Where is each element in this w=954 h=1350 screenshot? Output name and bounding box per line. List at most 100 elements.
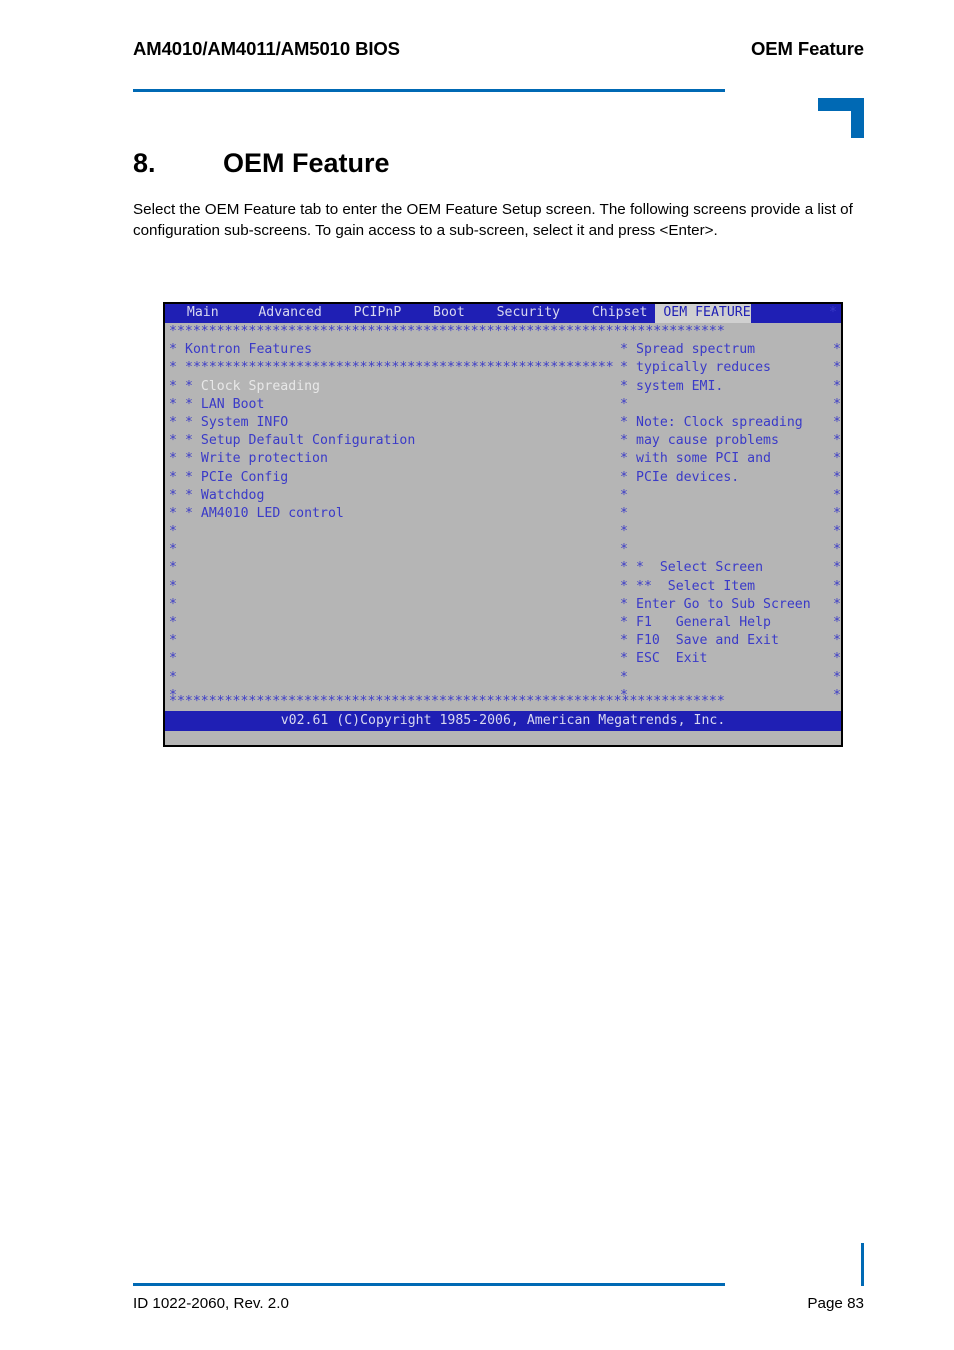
- footer-vertical-accent: [861, 1243, 864, 1286]
- bios-tab-boot[interactable]: Boot: [417, 304, 481, 322]
- bios-right-border-star: *: [833, 342, 841, 358]
- bios-menu-item-bullet: *: [185, 505, 193, 521]
- bios-divider-star: *: [620, 414, 628, 430]
- bios-right-border-star: *: [833, 687, 841, 703]
- bios-blank-cell: [185, 523, 620, 541]
- bios-blank-cell: [636, 541, 829, 559]
- bios-divider-star: *: [620, 578, 628, 594]
- bios-nav-key-f10: F10 Save and Exit: [636, 632, 829, 650]
- brand-corner-mark-icon: [818, 98, 864, 138]
- bios-blank-cell: [185, 687, 620, 705]
- bios-left-border-star: *: [169, 542, 177, 558]
- bios-menu-item-setup-default-configuration[interactable]: * Setup Default Configuration: [185, 432, 620, 450]
- bios-divider-star: *: [620, 651, 628, 667]
- bios-menu-item-label: Write protection: [200, 451, 328, 467]
- bios-row: * * ESC Exit *: [165, 650, 841, 668]
- bios-menu-item-system-info[interactable]: * System INFO: [185, 414, 620, 432]
- bios-nav-key-glyph: Enter: [636, 596, 676, 612]
- bios-left-border-star: *: [169, 669, 177, 685]
- bios-left-border-star: *: [169, 687, 177, 703]
- bios-nav-key-glyph: *: [636, 560, 644, 576]
- page-title: 8. OEM Feature: [133, 148, 390, 179]
- bios-menu-item-bullet: *: [185, 396, 193, 412]
- bios-nav-key-desc: Save and Exit: [659, 633, 779, 649]
- bios-menu-item-write-protection[interactable]: * Write protection: [185, 450, 620, 468]
- footer-document-id: ID 1022-2060, Rev. 2.0: [133, 1295, 289, 1312]
- bios-menu-item-bullet: *: [185, 414, 193, 430]
- bios-menu-item-label: Clock Spreading: [200, 378, 320, 394]
- bios-blank-cell: [185, 596, 620, 614]
- bios-left-border-star: *: [169, 651, 177, 667]
- bios-left-border-star: *: [169, 596, 177, 612]
- bios-row: * * Setup Default Configuration * may ca…: [165, 432, 841, 450]
- bios-divider-star: *: [620, 396, 628, 412]
- bios-help-line: system EMI.: [636, 378, 724, 394]
- bios-blank-cell: [636, 669, 829, 687]
- bios-right-border-star: *: [833, 414, 841, 430]
- bios-nav-key-glyph: F10: [636, 633, 660, 649]
- bios-menu-item-bullet: *: [185, 469, 193, 485]
- bios-blank-cell: [185, 541, 620, 559]
- bios-row: * * * Select Screen *: [165, 559, 841, 577]
- bios-left-border-star: *: [169, 360, 177, 376]
- bios-divider-star: *: [620, 451, 628, 467]
- bios-left-border-star: *: [169, 487, 177, 503]
- footer-rule: [133, 1283, 725, 1286]
- bios-menu-item-label: Setup Default Configuration: [200, 433, 416, 449]
- document-page: AM4010/AM4011/AM5010 BIOS OEM Feature 8.…: [0, 0, 954, 1350]
- bios-divider-star: *: [620, 615, 628, 630]
- bios-tab-oem-feature[interactable]: OEM FEATURE: [655, 304, 751, 323]
- bios-left-border-star: *: [169, 578, 177, 594]
- bios-divider-star: *: [620, 342, 628, 358]
- bios-divider-star: *: [620, 360, 628, 376]
- bios-row: * * PCIe Config * PCIe devices. *: [165, 469, 841, 487]
- bios-nav-key-glyph: ESC: [636, 651, 660, 667]
- bios-right-border-star: *: [833, 524, 841, 540]
- bios-row: * * F1 General Help *: [165, 614, 841, 632]
- bios-divider-star: *: [620, 596, 628, 612]
- bios-blank-cell: [185, 614, 620, 632]
- bios-right-border-star: *: [833, 378, 841, 394]
- bios-help-line: [636, 505, 829, 523]
- bios-menu-item-am4010-led-control[interactable]: * AM4010 LED control: [185, 505, 620, 523]
- bios-right-border-star: *: [833, 487, 841, 503]
- bios-body: * Kontron Features * Spread spectrum * *…: [165, 341, 841, 703]
- bios-right-border-star: *: [833, 360, 841, 376]
- bios-help-line: [636, 487, 829, 505]
- bios-tab-advanced[interactable]: Advanced: [235, 304, 338, 322]
- bios-right-border-star: *: [833, 451, 841, 467]
- bios-setup-screenshot: Main Advanced PCIPnP Boot Security Chips…: [163, 302, 843, 747]
- bios-row: * **************************************…: [165, 359, 841, 377]
- bios-right-border-star: *: [833, 469, 841, 485]
- bios-left-border-star: *: [169, 378, 177, 394]
- bios-tab-chipset[interactable]: Chipset: [576, 304, 655, 322]
- bios-right-border-star: *: [833, 560, 841, 576]
- bios-tab-security[interactable]: Security: [481, 304, 576, 322]
- bios-menu-item-bullet: *: [185, 433, 193, 449]
- bios-divider-star: *: [620, 505, 628, 521]
- bios-left-border-star: *: [169, 396, 177, 412]
- bios-menu-item-pcie-config[interactable]: * PCIe Config: [185, 469, 620, 487]
- bios-right-border-star: *: [833, 615, 841, 630]
- bios-menu-item-bullet: *: [185, 378, 193, 394]
- bios-menu-item-clock-spreading[interactable]: * Clock Spreading: [185, 378, 620, 396]
- bios-left-border-star: *: [169, 469, 177, 485]
- bios-menu-item-lan-boot[interactable]: * LAN Boot: [185, 396, 620, 414]
- bios-blank-cell: [185, 632, 620, 650]
- bios-help-line: may cause problems: [636, 433, 779, 449]
- bios-nav-key-desc: Select Item: [651, 578, 756, 594]
- bios-divider-star: *: [620, 524, 628, 540]
- bios-divider-star: *: [620, 687, 628, 703]
- bios-left-border-star: *: [169, 505, 177, 521]
- bios-nav-key-esc: ESC Exit: [636, 650, 829, 668]
- bios-row: * * ** Select Item *: [165, 578, 841, 596]
- bios-help-line: [636, 396, 829, 414]
- bios-tab-pcipnp[interactable]: PCIPnP: [338, 304, 417, 322]
- bios-nav-key-select-screen: * Select Screen: [636, 559, 829, 577]
- header-section-title: OEM Feature: [750, 38, 864, 59]
- bios-tab-main[interactable]: Main: [171, 304, 235, 322]
- bios-nav-key-f1: F1 General Help: [636, 614, 829, 632]
- bios-menu-item-watchdog[interactable]: * Watchdog: [185, 487, 620, 505]
- bios-left-border-star: *: [169, 633, 177, 649]
- bios-row: * * F10 Save and Exit *: [165, 632, 841, 650]
